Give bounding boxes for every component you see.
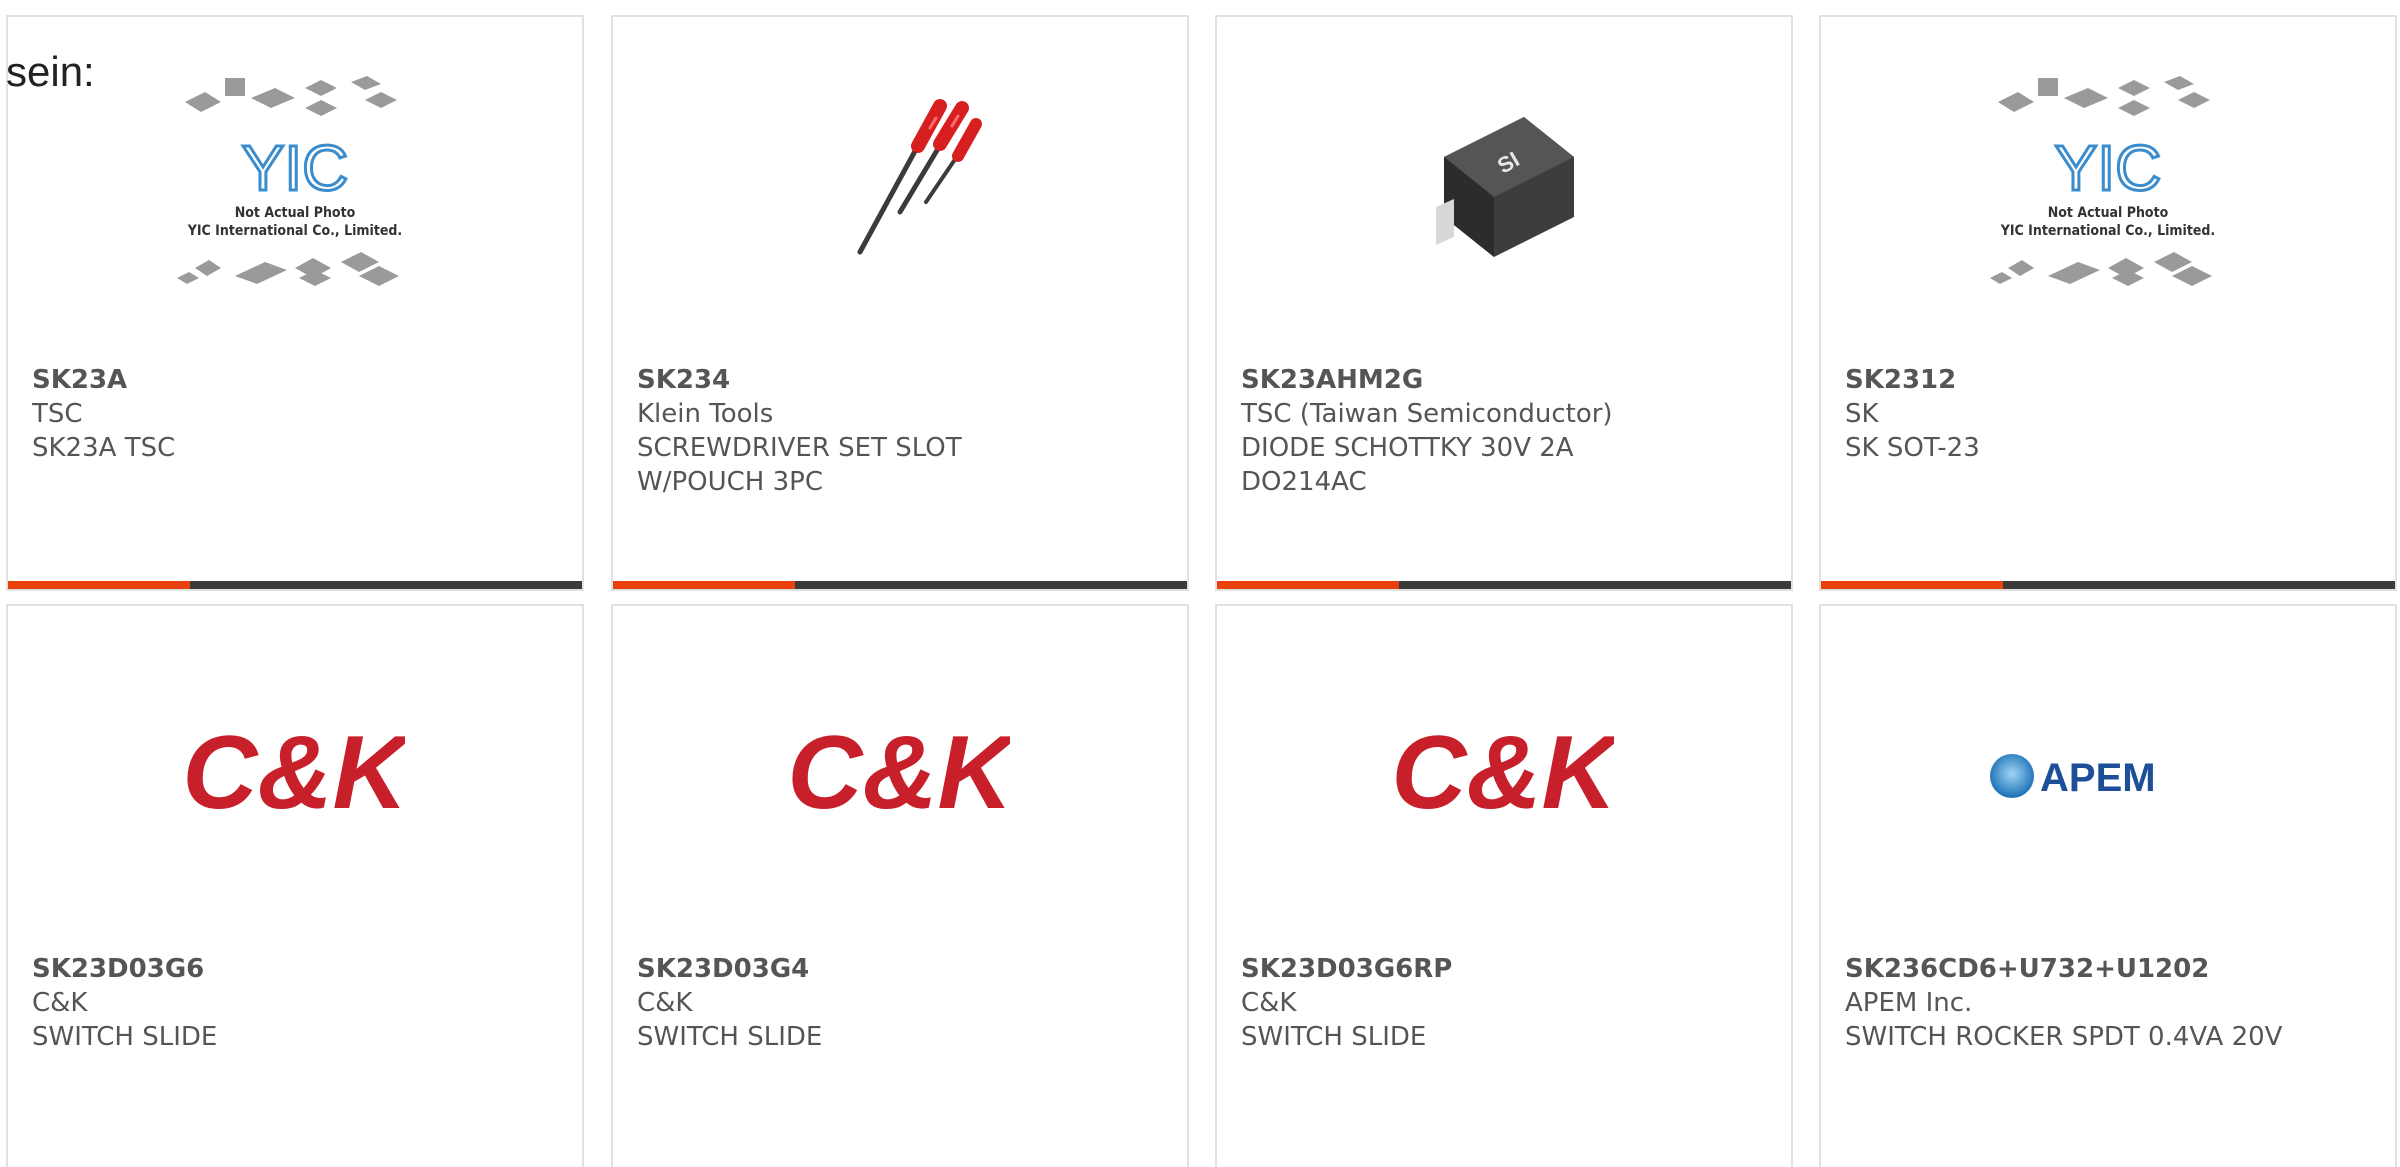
product-description: SK23A TSC — [32, 433, 176, 463]
product-image[interactable]: C&K — [1217, 606, 1791, 946]
svg-text:APEM: APEM — [2040, 756, 2156, 800]
placeholder-caption: Not Actual Photo — [2047, 205, 2169, 221]
product-card[interactable]: SK234 Klein Tools SCREWDRIVER SET SLOT W… — [611, 15, 1189, 591]
svg-text:C&K: C&K — [185, 716, 405, 831]
product-manufacturer: APEM Inc. — [1845, 988, 1973, 1018]
screwdriver-set-icon — [857, 99, 982, 255]
product-description: SCREWDRIVER SET SLOT W/POUCH 3PC — [637, 433, 962, 497]
product-image[interactable]: APEM — [1821, 606, 2395, 946]
product-part-number[interactable]: SK23D03G6RP — [1241, 952, 1767, 986]
svg-text:YIC: YIC — [2055, 132, 2162, 204]
product-part-number[interactable]: SK23D03G6 — [32, 952, 558, 986]
placeholder-caption: YIC International Co., Limited. — [187, 223, 403, 239]
apem-logo-icon: APEM — [1990, 754, 2156, 800]
diode-icon: SI — [1436, 117, 1574, 257]
product-image[interactable]: YIC Not Actual Photo YIC International C… — [1821, 17, 2395, 357]
placeholder-logo: YIC Not Actual Photo YIC International C… — [1968, 72, 2248, 302]
product-image[interactable]: C&K — [613, 606, 1187, 946]
ck-logo-icon: C&K — [185, 716, 405, 831]
product-part-number[interactable]: SK23D03G4 — [637, 952, 1163, 986]
product-part-number[interactable]: SK23A — [32, 363, 558, 397]
placeholder-caption: YIC International Co., Limited. — [2000, 223, 2216, 239]
product-card[interactable]: C&K SK23D03G6 C&K SWITCH SLIDE — [6, 604, 584, 1167]
product-description: SWITCH SLIDE — [637, 1022, 823, 1052]
product-description: DIODE SCHOTTKY 30V 2A DO214AC — [1241, 433, 1574, 497]
product-card[interactable]: APEM SK236CD6+U732+U1202 APEM Inc. SWITC… — [1819, 604, 2397, 1167]
product-part-number[interactable]: SK2312 — [1845, 363, 2371, 397]
svg-text:C&K: C&K — [790, 716, 1010, 831]
product-card[interactable]: C&K SK23D03G4 C&K SWITCH SLIDE — [611, 604, 1189, 1167]
card-accent-bar — [8, 581, 582, 589]
page-label: sein: — [6, 48, 95, 95]
product-part-number[interactable]: SK234 — [637, 363, 1163, 397]
card-accent-bar — [1821, 581, 2395, 589]
product-card[interactable]: YIC Not Actual Photo YIC International C… — [6, 15, 584, 591]
product-card[interactable]: C&K SK23D03G6RP C&K SWITCH SLIDE — [1215, 604, 1793, 1167]
placeholder-caption: Not Actual Photo — [234, 205, 356, 221]
product-part-number[interactable]: SK236CD6+U732+U1202 — [1845, 952, 2371, 986]
product-manufacturer: TSC (Taiwan Semiconductor) — [1241, 399, 1613, 429]
product-card[interactable]: SI SK23AHM2G TSC (Taiwan Semiconductor) … — [1215, 15, 1793, 591]
product-manufacturer: C&K — [32, 988, 88, 1018]
placeholder-logo: YIC Not Actual Photo YIC International C… — [155, 72, 435, 302]
product-manufacturer: TSC — [32, 399, 83, 429]
product-description: SWITCH SLIDE — [1241, 1022, 1427, 1052]
card-accent-bar — [1217, 581, 1791, 589]
product-image[interactable]: C&K — [8, 606, 582, 946]
product-manufacturer: C&K — [1241, 988, 1297, 1018]
product-part-number[interactable]: SK23AHM2G — [1241, 363, 1767, 397]
product-image[interactable] — [613, 17, 1187, 357]
product-description: SK SOT-23 — [1845, 433, 1980, 463]
product-image[interactable]: SI — [1217, 17, 1791, 357]
ck-logo-icon: C&K — [1394, 716, 1614, 831]
product-manufacturer: Klein Tools — [637, 399, 774, 429]
product-description: SWITCH ROCKER SPDT 0.4VA 20V — [1845, 1022, 2283, 1052]
product-manufacturer: C&K — [637, 988, 693, 1018]
product-manufacturer: SK — [1845, 399, 1879, 429]
card-accent-bar — [613, 581, 1187, 589]
svg-text:C&K: C&K — [1394, 716, 1614, 831]
svg-text:YIC: YIC — [242, 132, 349, 204]
ck-logo-icon: C&K — [790, 716, 1010, 831]
product-description: SWITCH SLIDE — [32, 1022, 218, 1052]
product-card[interactable]: YIC Not Actual Photo YIC International C… — [1819, 15, 2397, 591]
